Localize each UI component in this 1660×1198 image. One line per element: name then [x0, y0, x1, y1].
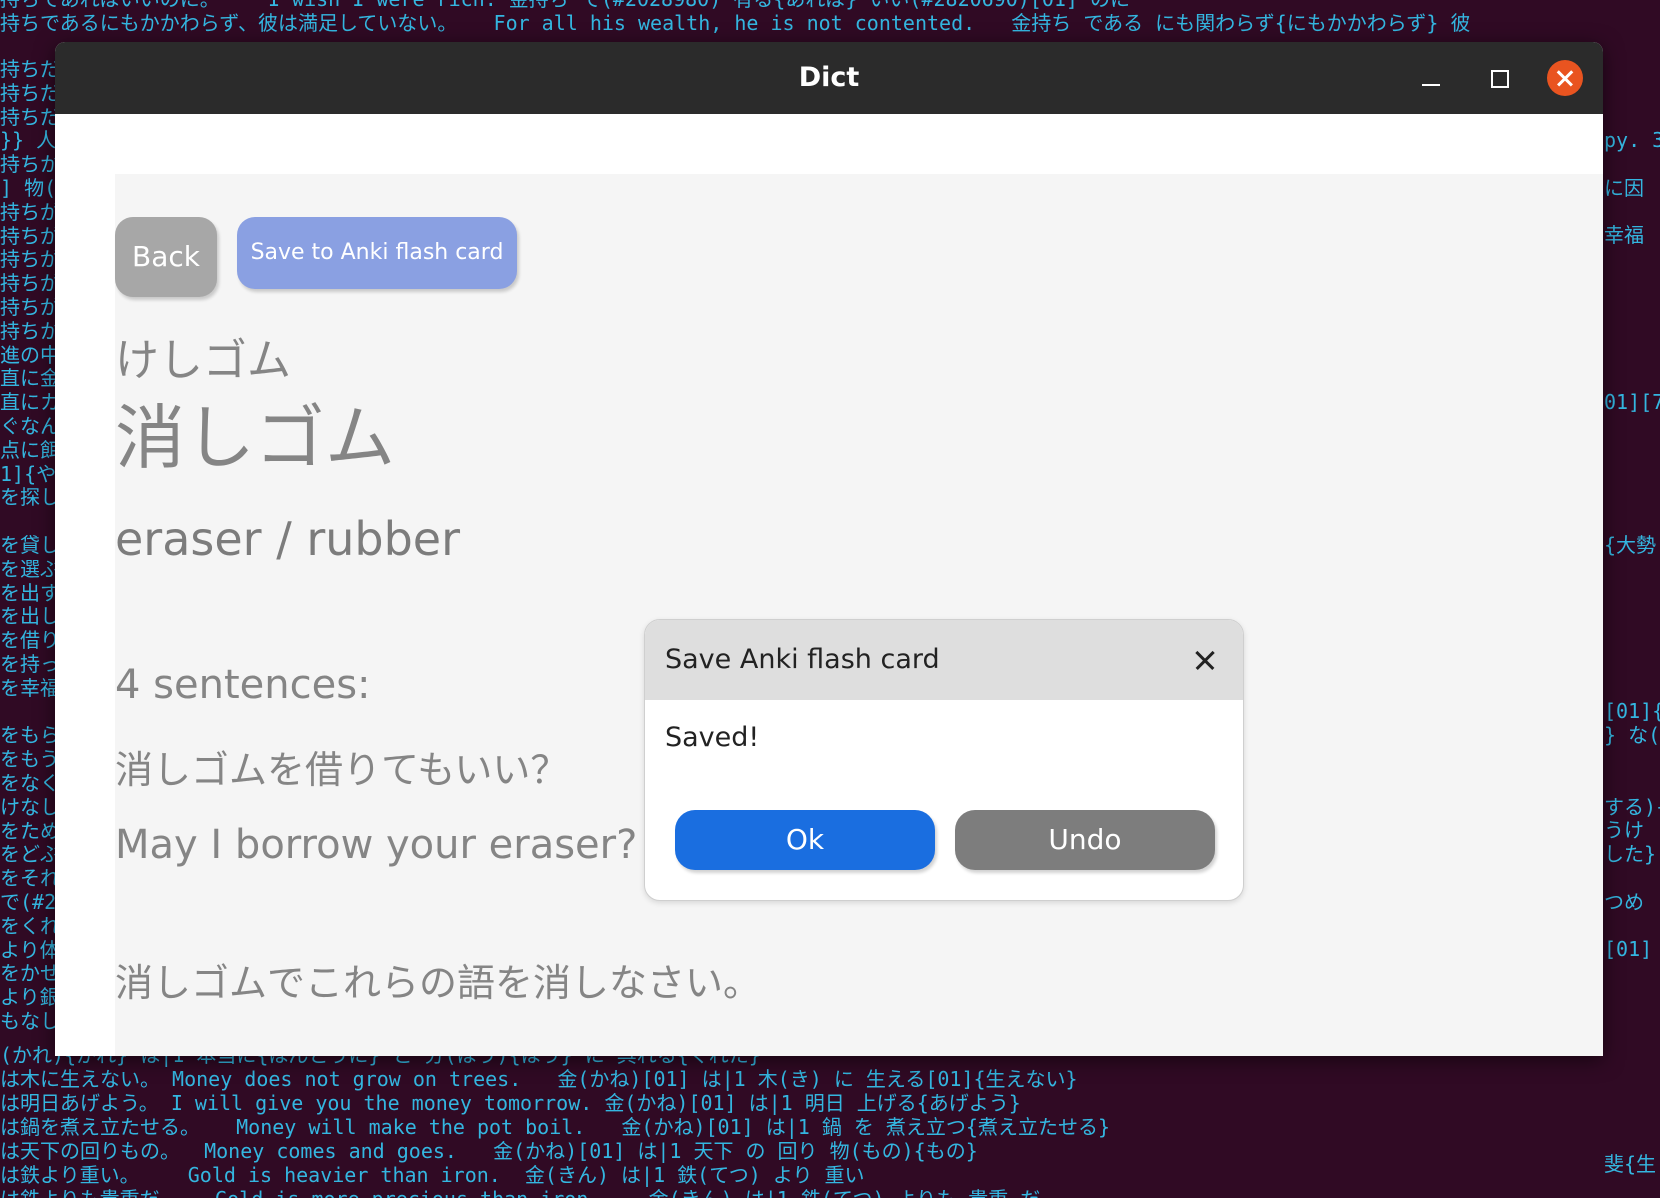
- save-anki-dialog: Save Anki flash card Saved! Ok Undo: [644, 619, 1244, 901]
- dialog-close-button[interactable]: [1195, 650, 1215, 670]
- terminal-fragment: もなし: [0, 1009, 60, 1033]
- terminal-line: は鉄より重い。 Gold is heavier than iron. 金(きん)…: [0, 1163, 865, 1187]
- terminal-fragment: する){: [1604, 794, 1660, 819]
- terminal-fragment: 01][7: [1604, 390, 1660, 414]
- terminal-fragment: 1]{や: [0, 461, 57, 486]
- terminal-fragment: }} 人: [0, 128, 57, 153]
- terminal-fragment: 持ちが: [0, 199, 60, 224]
- minimize-button[interactable]: [1413, 60, 1449, 96]
- terminal-fragment: {大勢: [1604, 532, 1657, 557]
- terminal-fragment: を持っ: [0, 652, 60, 676]
- terminal-fragment: 持ちだ: [0, 80, 60, 105]
- sentence-count: 4 sentences:: [115, 662, 371, 708]
- dialog-message: Saved!: [665, 722, 760, 753]
- terminal-line: は明日あげよう。 I will give you the money tomor…: [0, 1091, 1021, 1115]
- maximize-button[interactable]: [1481, 60, 1517, 96]
- window-title: Dict: [798, 62, 860, 93]
- terminal-fragment: を貸し: [0, 533, 60, 557]
- app-content: Back Save to Anki flash card けしゴム 消しゴム e…: [55, 114, 1603, 1056]
- terminal-fragment: をもう: [0, 747, 60, 772]
- terminal-fragment: 持ちか: [0, 318, 60, 343]
- terminal-fragment: } な(: [1604, 723, 1660, 748]
- terminal-line: は木に生えない。 Money does not grow on trees. 金…: [0, 1067, 1078, 1091]
- terminal-fragment: [01]{: [1604, 699, 1660, 724]
- terminal-fragment: を幸福: [0, 675, 60, 700]
- undo-button[interactable]: Undo: [955, 810, 1215, 870]
- word-meaning: eraser / rubber: [115, 512, 460, 566]
- terminal-fragment: した}: [1604, 842, 1657, 867]
- terminal-fragment: 直に金: [0, 366, 60, 391]
- terminal-fragment: ] 物(: [0, 176, 57, 200]
- terminal-line: は鍋を煮え立たせる。 Money will make the pot boil.…: [0, 1115, 1111, 1139]
- example-sentence-jp: 消しゴムを借りてもいい？: [115, 748, 569, 792]
- terminal-fragment: 持ちか: [0, 152, 60, 177]
- minimize-icon: [1422, 84, 1440, 86]
- terminal-fragment: をくれ: [0, 913, 60, 938]
- terminal-fragment: うけ: [1604, 818, 1644, 843]
- back-button[interactable]: Back: [115, 217, 217, 297]
- terminal-fragment: 幸福: [1604, 223, 1644, 248]
- terminal-fragment: を選ぶ: [0, 556, 60, 581]
- terminal-fragment: ぐなん: [0, 414, 60, 438]
- terminal-line: は鉄よりも貴重だ。 Gold is more precious than iro…: [0, 1187, 1040, 1198]
- dict-window: Dict Back Save to Anki flash card けしゴム 消…: [55, 42, 1603, 1056]
- terminal-fragment: をそれ: [0, 866, 60, 891]
- save-anki-button[interactable]: Save to Anki flash card: [237, 217, 517, 289]
- terminal-fragment: を出し: [0, 604, 60, 629]
- terminal-fragment: を出す: [0, 580, 60, 605]
- terminal-fragment: をどぶ: [0, 842, 60, 867]
- terminal-fragment: 持ちが: [0, 247, 60, 272]
- terminal-fragment: をため: [0, 818, 60, 843]
- maximize-icon: [1491, 70, 1509, 88]
- terminal-fragment: 直にカ: [0, 390, 60, 415]
- dialog-header: Save Anki flash card: [645, 620, 1243, 700]
- example-sentence-en: May I borrow your eraser?: [115, 822, 638, 868]
- terminal-fragment: けなし: [0, 794, 60, 819]
- terminal-fragment: 持ちだ: [0, 57, 60, 81]
- terminal-fragment: 持ちが: [0, 223, 60, 248]
- terminal-fragment: py. 3: [1604, 128, 1660, 153]
- ok-button[interactable]: Ok: [675, 810, 935, 870]
- example-sentence-jp: 消しゴムでこれらの語を消しなさい。: [115, 961, 762, 1005]
- terminal-fragment: 進の中: [0, 342, 60, 367]
- close-window-button[interactable]: [1547, 60, 1583, 96]
- terminal-fragment: を借り: [0, 628, 60, 653]
- terminal-fragment: より銀: [0, 985, 60, 1010]
- word-reading: けしゴム: [115, 335, 291, 386]
- terminal-line: 持ちであるにもかかわらず、彼は満足していない。 For all his weal…: [0, 11, 1471, 35]
- dialog-title: Save Anki flash card: [665, 644, 940, 675]
- terminal-fragment: を探し: [0, 485, 60, 510]
- terminal-fragment: をかせ: [0, 961, 60, 986]
- title-bar[interactable]: Dict: [55, 42, 1603, 114]
- terminal-fragment: に因: [1604, 175, 1644, 200]
- word-headword: 消しゴム: [115, 397, 395, 479]
- terminal-fragment: 持ちが: [0, 295, 60, 319]
- terminal-fragment: 点に餌: [0, 437, 60, 462]
- terminal-fragment: [01]: [1604, 937, 1660, 962]
- entry-panel: [115, 174, 1603, 1056]
- terminal-fragment: 持ちだ: [0, 104, 60, 129]
- terminal-fragment: つめ: [1604, 889, 1644, 914]
- terminal-line: は天下の回りもの。 Money comes and goes. 金(かね)[01…: [0, 1139, 978, 1163]
- terminal-fragment: 斐{生: [1604, 1151, 1657, 1176]
- terminal-fragment: をもら: [0, 723, 60, 748]
- terminal-fragment: をなく: [0, 771, 60, 795]
- terminal-fragment: 持ちが: [0, 271, 60, 296]
- terminal-fragment: より体: [0, 937, 60, 962]
